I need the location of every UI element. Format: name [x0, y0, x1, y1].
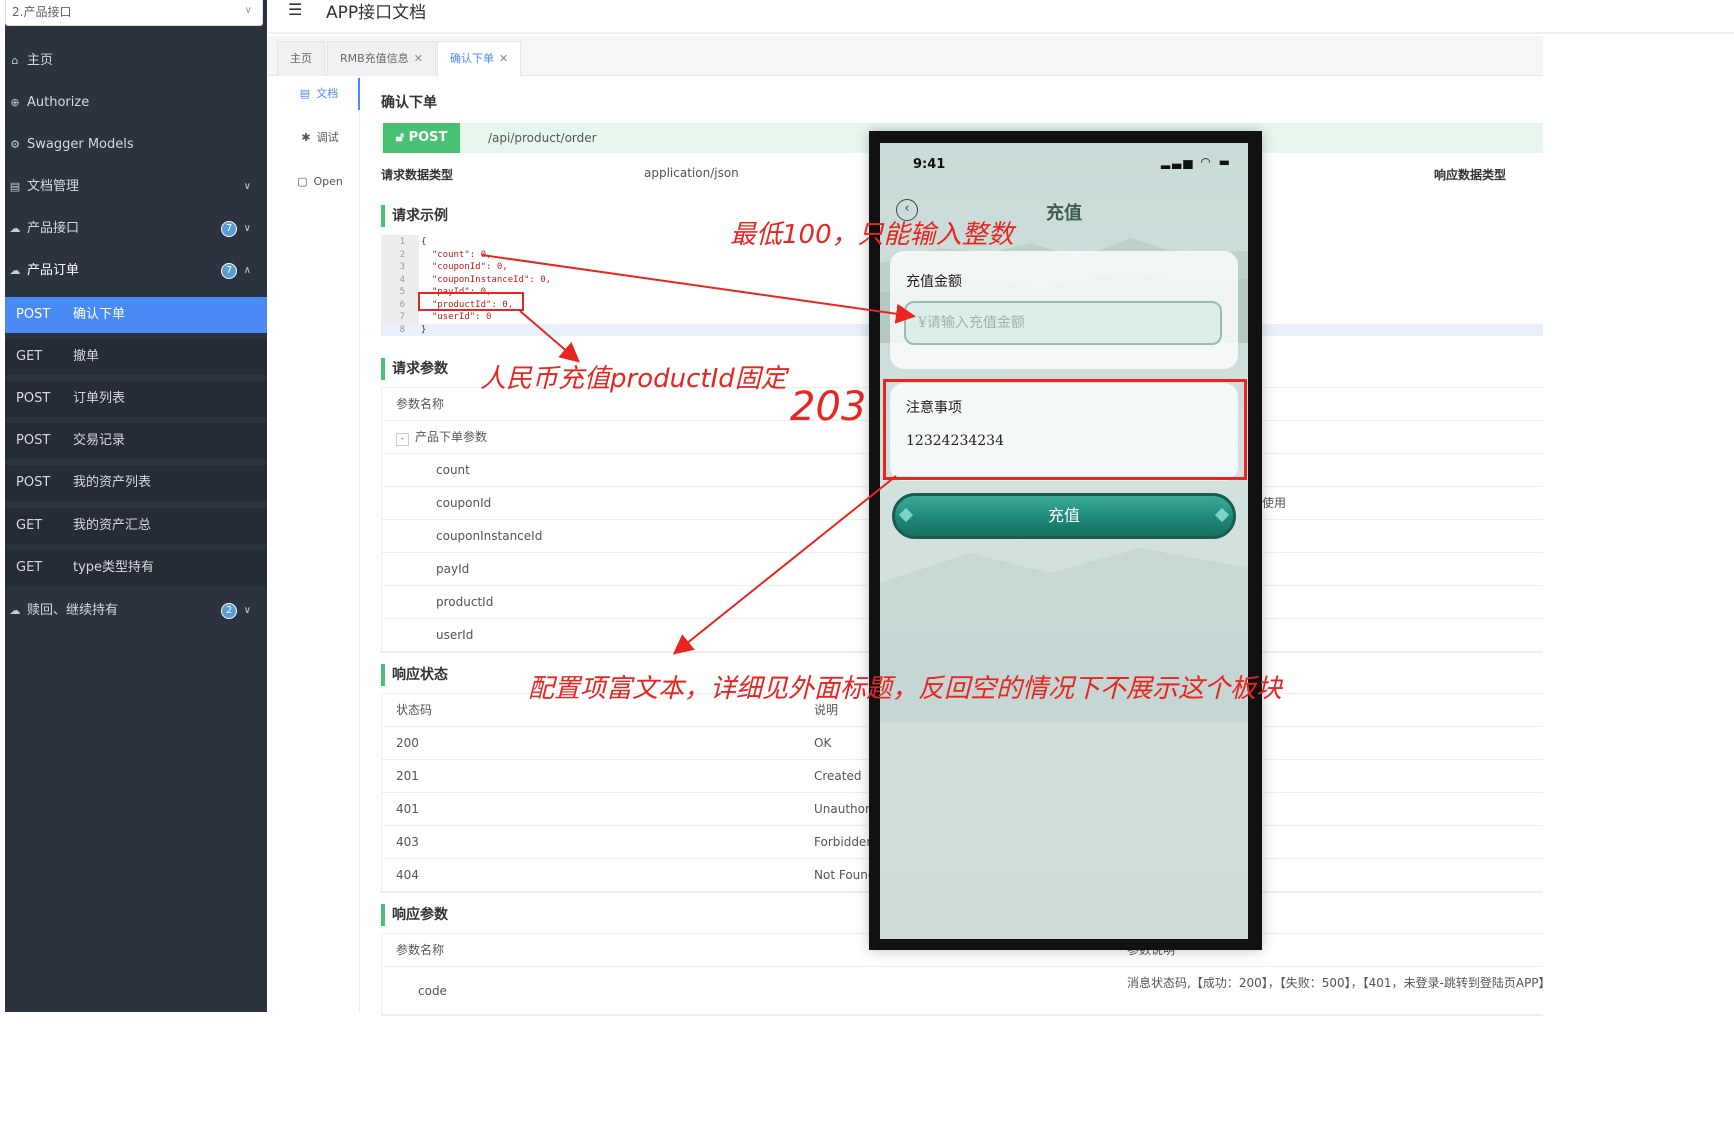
arrow-to-amount-input — [481, 254, 916, 324]
annotation-arrows — [481, 254, 916, 655]
arrow-to-rich-note — [672, 475, 897, 655]
screenshot-root: 2.产品接口 ∨ ⌂ 主页 ⊕ Authorize ⚙ Swagger Mode… — [0, 0, 1734, 1135]
annotation-productid-value: 203 — [790, 384, 867, 430]
annotation-productid: 人民币充值productId固定 — [480, 364, 787, 394]
annotation-rich-text: 配置项富文本，详细见外面标题，反回空的情况下不展示这个板块 — [528, 674, 1283, 704]
annotation-min-amount: 最低100，只能输入整数 — [730, 220, 1014, 250]
arrow-to-productid-note — [519, 310, 581, 363]
